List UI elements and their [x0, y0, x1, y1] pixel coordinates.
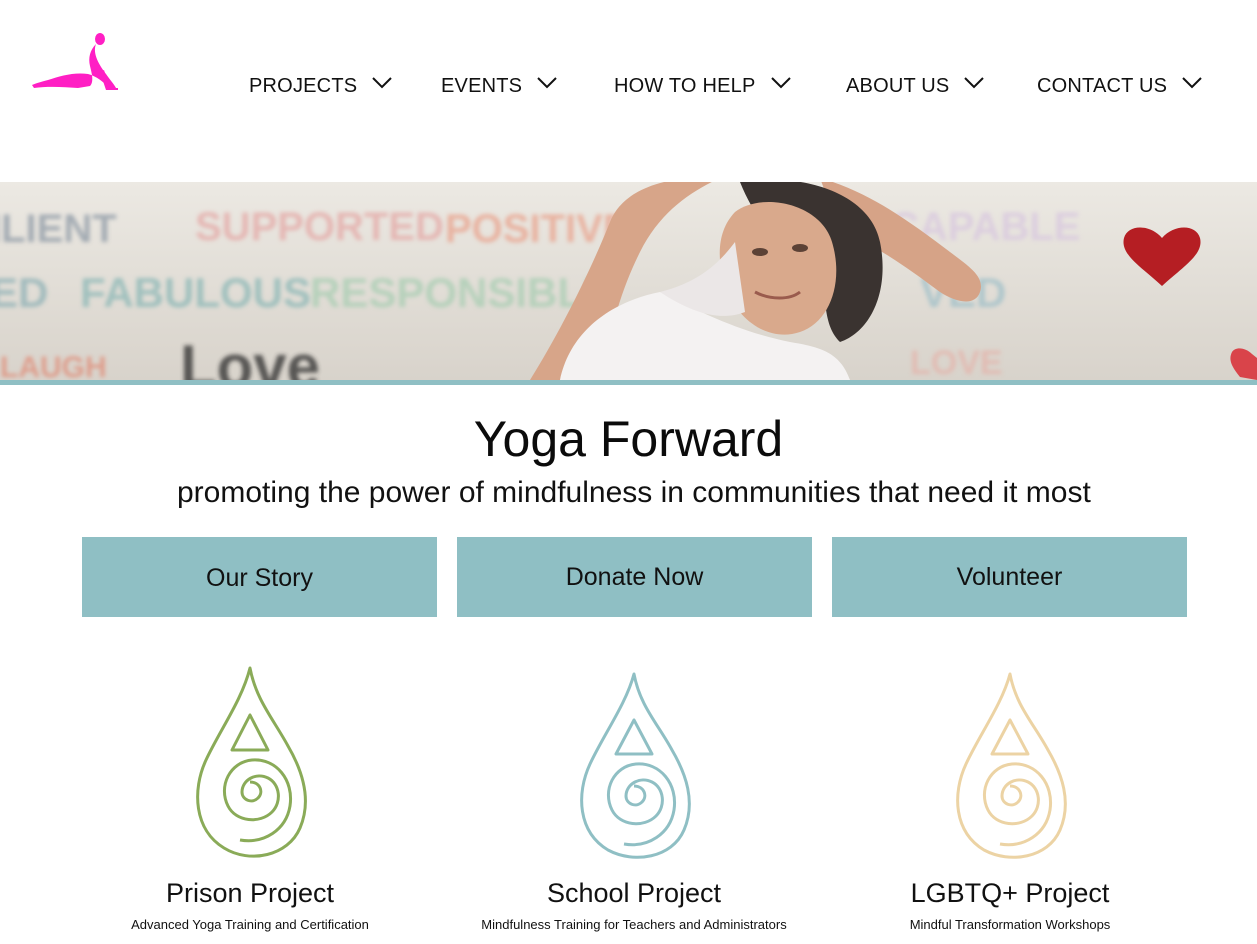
lgbtq-project-card[interactable]: LGBTQ+ Project Mindful Transformation Wo… — [820, 660, 1200, 932]
nav-item-contact-us[interactable]: CONTACT US — [1037, 70, 1203, 102]
chevron-down-icon — [537, 77, 557, 89]
project-description: Mindfulness Training for Teachers and Ad… — [481, 917, 787, 932]
chevron-down-icon — [770, 77, 791, 89]
nav-label: ABOUT US — [846, 74, 950, 97]
nav-item-about-us[interactable]: ABOUT US — [846, 70, 985, 102]
chevron-down-icon — [964, 77, 985, 89]
spiral-drop-icon — [196, 666, 307, 858]
svg-text:LAUGH: LAUGH — [0, 351, 107, 380]
page: PROJECTS EVENTS HOW TO HELP ABOUT US CON… — [0, 0, 1257, 944]
project-description: Mindful Transformation Workshops — [909, 917, 1111, 932]
nav-label: EVENTS — [441, 74, 523, 97]
svg-text:FABULOUS: FABULOUS — [80, 269, 311, 316]
spiral-drop-icon — [956, 672, 1067, 859]
chevron-down-icon — [372, 77, 392, 89]
spiral-drop-icon — [580, 672, 691, 859]
project-title: School Project — [546, 878, 722, 908]
page-subtitle: promoting the power of mindfulness in co… — [177, 476, 1091, 509]
nav-item-projects[interactable]: PROJECTS — [249, 70, 393, 102]
chevron-down-icon — [1182, 77, 1202, 89]
hero-banner: ILIENT SUPPORTED POSITIVE CAPABLE ED FAB… — [0, 182, 1257, 385]
svg-text:Love: Love — [180, 333, 320, 380]
page-title: Yoga Forward — [473, 411, 784, 467]
main-nav: PROJECTS EVENTS HOW TO HELP ABOUT US CON… — [0, 70, 1257, 102]
nav-label: HOW TO HELP — [614, 74, 756, 97]
project-description: Advanced Yoga Training and Certification — [131, 917, 369, 932]
prison-project-card[interactable]: Prison Project Advanced Yoga Training an… — [60, 660, 440, 932]
nav-label: CONTACT US — [1037, 74, 1168, 97]
svg-text:LOVE: LOVE — [910, 344, 1003, 380]
our-story-button[interactable]: Our Story — [82, 537, 437, 617]
svg-text:ILIENT: ILIENT — [0, 207, 117, 251]
volunteer-label: Volunteer — [956, 562, 1063, 591]
donate-now-button[interactable]: Donate Now — [457, 537, 812, 617]
svg-text:RESPONSIBLE: RESPONSIBLE — [310, 269, 611, 316]
svg-text:SUPPORTED: SUPPORTED — [195, 205, 444, 249]
yoga-woman-stretching-photo: ILIENT SUPPORTED POSITIVE CAPABLE ED FAB… — [0, 182, 1257, 380]
svg-text:ED: ED — [0, 269, 48, 316]
donate-now-label: Donate Now — [565, 562, 704, 591]
volunteer-button[interactable]: Volunteer — [832, 537, 1187, 617]
nav-item-events[interactable]: EVENTS — [441, 70, 558, 102]
project-title: LGBTQ+ Project — [910, 878, 1110, 908]
nav-item-how-to-help[interactable]: HOW TO HELP — [614, 70, 792, 102]
our-story-label: Our Story — [206, 563, 313, 592]
school-project-card[interactable]: School Project Mindfulness Training for … — [444, 660, 824, 932]
nav-label: PROJECTS — [249, 74, 358, 97]
project-title: Prison Project — [165, 878, 335, 908]
